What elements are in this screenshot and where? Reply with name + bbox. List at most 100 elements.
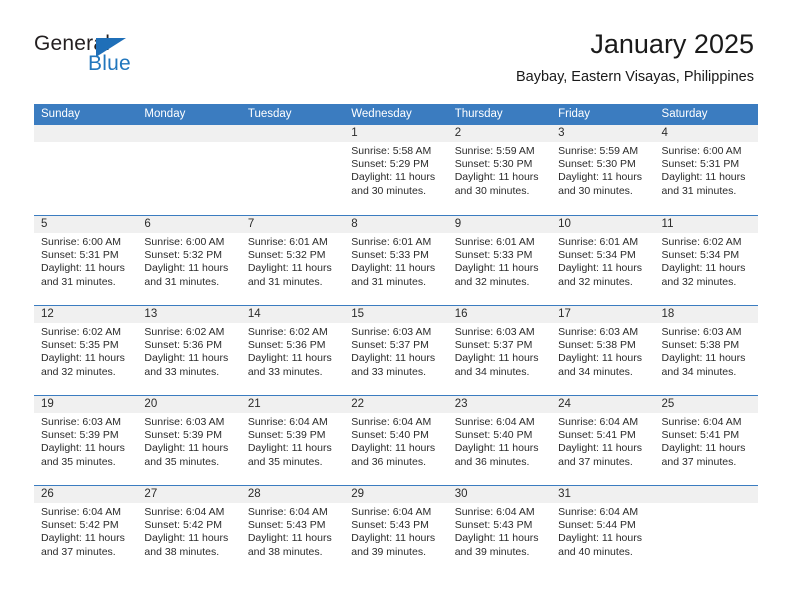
daylight-text-line2: and 37 minutes. [41, 545, 116, 558]
sunset-text: Sunset: 5:43 PM [351, 519, 429, 532]
daylight-text-line2: and 30 minutes. [558, 184, 633, 197]
day-cell[interactable]: 4 Sunrise: 6:00 AM Sunset: 5:31 PM Dayli… [654, 125, 758, 215]
daylight-text-line2: and 34 minutes. [454, 365, 530, 378]
sunrise-text: Sunrise: 6:04 AM [247, 506, 328, 518]
day-cell[interactable]: 14 Sunrise: 6:02 AM Sunset: 5:36 PM Dayl… [240, 306, 345, 395]
day-cell[interactable]: 24 Sunrise: 6:04 AM Sunset: 5:41 PM Dayl… [551, 396, 655, 485]
daylight-text-line1: Daylight: 11 hours [661, 352, 746, 365]
day-cell[interactable]: 13 Sunrise: 6:02 AM Sunset: 5:36 PM Dayl… [137, 306, 241, 395]
day-cell[interactable]: 26 Sunrise: 6:04 AM Sunset: 5:42 PM Dayl… [34, 486, 138, 575]
day-details [137, 142, 240, 145]
sunset-text: Sunset: 5:43 PM [247, 519, 326, 532]
sunset-text: Sunset: 5:36 PM [247, 339, 326, 352]
day-cell[interactable]: 5 Sunrise: 6:00 AM Sunset: 5:31 PM Dayli… [34, 216, 138, 305]
weekday-header-monday: Monday [144, 108, 186, 120]
sunrise-text: Sunrise: 6:04 AM [558, 506, 639, 518]
day-cell[interactable]: 25 Sunrise: 6:04 AM Sunset: 5:41 PM Dayl… [654, 396, 758, 485]
day-cell[interactable]: 11 Sunrise: 6:02 AM Sunset: 5:34 PM Dayl… [654, 216, 758, 305]
brand-logo[interactable]: General Blue [34, 32, 234, 84]
day-number-bar: 17 [551, 306, 655, 323]
day-details: Sunrise: 6:01 AM Sunset: 5:34 PM Dayligh… [551, 233, 654, 289]
day-cell[interactable]: 7 Sunrise: 6:01 AM Sunset: 5:32 PM Dayli… [240, 216, 345, 305]
weekday-header-wednesday: Wednesday [351, 108, 412, 120]
daylight-text-line2: and 38 minutes. [247, 545, 323, 558]
day-cell[interactable]: 1 Sunrise: 5:58 AM Sunset: 5:29 PM Dayli… [344, 125, 448, 215]
daylight-text-line2: and 34 minutes. [558, 365, 633, 378]
day-details: Sunrise: 6:02 AM Sunset: 5:34 PM Dayligh… [655, 233, 758, 289]
daylight-text-line1: Daylight: 11 hours [661, 171, 746, 184]
daylight-text-line2: and 39 minutes. [454, 545, 530, 558]
day-number-bar: 13 [137, 306, 241, 323]
daylight-text-line1: Daylight: 11 hours [144, 352, 229, 365]
sunset-text: Sunset: 5:33 PM [351, 249, 429, 262]
day-cell[interactable]: 17 Sunrise: 6:03 AM Sunset: 5:38 PM Dayl… [551, 306, 655, 395]
day-cell[interactable]: 10 Sunrise: 6:01 AM Sunset: 5:34 PM Dayl… [551, 216, 655, 305]
day-cell[interactable]: 30 Sunrise: 6:04 AM Sunset: 5:43 PM Dayl… [447, 486, 552, 575]
day-number-bar: 10 [551, 216, 655, 233]
daylight-text-line1: Daylight: 11 hours [351, 171, 436, 184]
weekday-header-sunday: Sunday [41, 108, 81, 120]
weekday-header-friday: Friday [558, 108, 591, 120]
day-cell[interactable]: 19 Sunrise: 6:03 AM Sunset: 5:39 PM Dayl… [34, 396, 138, 485]
day-cell[interactable] [654, 486, 758, 575]
day-cell[interactable]: 20 Sunrise: 6:03 AM Sunset: 5:39 PM Dayl… [137, 396, 241, 485]
day-details: Sunrise: 6:04 AM Sunset: 5:44 PM Dayligh… [551, 503, 654, 559]
day-number: 2 [454, 127, 462, 139]
daylight-text-line1: Daylight: 11 hours [454, 442, 539, 455]
day-cell[interactable] [137, 125, 241, 215]
day-details: Sunrise: 6:02 AM Sunset: 5:35 PM Dayligh… [34, 323, 137, 379]
day-cell[interactable]: 9 Sunrise: 6:01 AM Sunset: 5:33 PM Dayli… [447, 216, 552, 305]
sunset-text: Sunset: 5:37 PM [351, 339, 429, 352]
day-details: Sunrise: 6:03 AM Sunset: 5:37 PM Dayligh… [448, 323, 551, 379]
daylight-text-line2: and 31 minutes. [247, 275, 323, 288]
day-cell[interactable]: 15 Sunrise: 6:03 AM Sunset: 5:37 PM Dayl… [344, 306, 448, 395]
day-cell[interactable]: 2 Sunrise: 5:59 AM Sunset: 5:30 PM Dayli… [447, 125, 552, 215]
sunrise-text: Sunrise: 6:04 AM [661, 416, 742, 428]
daylight-text-line1: Daylight: 11 hours [351, 442, 436, 455]
day-number: 28 [247, 488, 261, 500]
day-number: 30 [454, 488, 468, 500]
day-cell[interactable]: 29 Sunrise: 6:04 AM Sunset: 5:43 PM Dayl… [344, 486, 448, 575]
day-cell[interactable]: 31 Sunrise: 6:04 AM Sunset: 5:44 PM Dayl… [551, 486, 655, 575]
day-cell[interactable]: 22 Sunrise: 6:04 AM Sunset: 5:40 PM Dayl… [344, 396, 448, 485]
day-cell[interactable]: 28 Sunrise: 6:04 AM Sunset: 5:43 PM Dayl… [240, 486, 345, 575]
day-cell[interactable]: 21 Sunrise: 6:04 AM Sunset: 5:39 PM Dayl… [240, 396, 345, 485]
day-number-bar: 12 [34, 306, 138, 323]
sunrise-text: Sunrise: 6:03 AM [454, 326, 535, 338]
sunrise-text: Sunrise: 6:01 AM [351, 236, 432, 248]
day-number-bar: 23 [447, 396, 552, 413]
day-cell[interactable] [240, 125, 345, 215]
daylight-text-line1: Daylight: 11 hours [558, 532, 642, 545]
day-number-bar: 5 [34, 216, 138, 233]
day-number: 26 [41, 488, 54, 500]
day-number: 1 [351, 127, 358, 139]
sunrise-text: Sunrise: 6:04 AM [41, 506, 121, 518]
page-title: January 2025 [590, 29, 754, 59]
day-cell[interactable]: 8 Sunrise: 6:01 AM Sunset: 5:33 PM Dayli… [344, 216, 448, 305]
day-number-bar: 11 [654, 216, 758, 233]
sunset-text: Sunset: 5:40 PM [454, 429, 533, 442]
day-cell[interactable]: 6 Sunrise: 6:00 AM Sunset: 5:32 PM Dayli… [137, 216, 241, 305]
week-row: 1 Sunrise: 5:58 AM Sunset: 5:29 PM Dayli… [34, 125, 758, 215]
daylight-text-line1: Daylight: 11 hours [351, 262, 436, 275]
sunset-text: Sunset: 5:36 PM [144, 339, 223, 352]
daylight-text-line2: and 36 minutes. [351, 455, 426, 468]
daylight-text-line1: Daylight: 11 hours [661, 262, 746, 275]
sunrise-text: Sunrise: 6:03 AM [661, 326, 742, 338]
day-cell[interactable] [34, 125, 138, 215]
day-cell[interactable]: 18 Sunrise: 6:03 AM Sunset: 5:38 PM Dayl… [654, 306, 758, 395]
sunset-text: Sunset: 5:30 PM [558, 158, 636, 171]
day-cell[interactable]: 23 Sunrise: 6:04 AM Sunset: 5:40 PM Dayl… [447, 396, 552, 485]
daylight-text-line1: Daylight: 11 hours [558, 352, 642, 365]
day-cell[interactable]: 12 Sunrise: 6:02 AM Sunset: 5:35 PM Dayl… [34, 306, 138, 395]
day-number-bar: 3 [551, 125, 655, 142]
sunset-text: Sunset: 5:39 PM [247, 429, 326, 442]
daylight-text-line2: and 38 minutes. [144, 545, 220, 558]
day-cell[interactable]: 27 Sunrise: 6:04 AM Sunset: 5:42 PM Dayl… [137, 486, 241, 575]
day-cell[interactable]: 16 Sunrise: 6:03 AM Sunset: 5:37 PM Dayl… [447, 306, 552, 395]
week-row: 19 Sunrise: 6:03 AM Sunset: 5:39 PM Dayl… [34, 395, 758, 485]
sunset-text: Sunset: 5:38 PM [661, 339, 740, 352]
sunset-text: Sunset: 5:44 PM [558, 519, 636, 532]
daylight-text-line1: Daylight: 11 hours [558, 171, 642, 184]
day-cell[interactable]: 3 Sunrise: 5:59 AM Sunset: 5:30 PM Dayli… [551, 125, 655, 215]
